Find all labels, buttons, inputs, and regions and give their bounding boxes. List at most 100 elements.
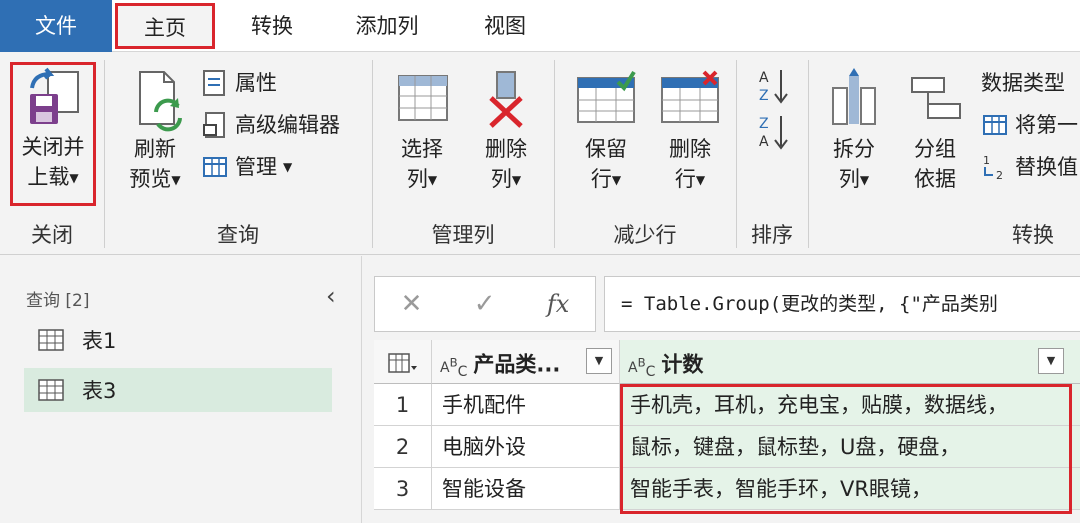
refresh-label-1: 刷新 [134,137,176,161]
chevron-down-icon: ▼ [859,173,870,187]
replace-values-button[interactable]: 12 替换值 [981,152,1078,182]
remove-columns-label-1: 删除 [485,137,527,161]
cancel-icon[interactable]: ✕ [401,289,423,319]
close-load-button[interactable]: 关闭并 上载▼ [12,66,94,193]
svg-text:Z: Z [759,116,769,132]
close-load-icon [30,67,79,124]
remove-rows-label-1: 删除 [669,137,711,161]
table-menu-button[interactable] [374,340,432,384]
query-group: 刷新 预览▼ 属性 高级编辑器 管理 ▼ 查询 [105,52,371,255]
queries-header: 查询 [2] [26,291,90,311]
refresh-icon [139,71,182,132]
tab-file[interactable]: 文件 [0,0,112,52]
use-first-row-button[interactable]: 将第一 [981,110,1078,140]
replace-values-icon: 12 [983,154,1003,181]
row-number[interactable]: 1 [374,384,432,426]
text-type-icon: ABC [628,355,656,380]
collapse-pane-icon[interactable]: ‹ [326,282,336,310]
table-icon [203,157,227,177]
chevron-down-icon: ▼ [171,173,181,187]
svg-text:2: 2 [996,169,1003,181]
ribbon-tab-bar: 文件 主页 转换 添加列 视图 [0,0,1080,52]
keep-rows-label-2: 行▼ [590,167,622,191]
remove-rows-icon [661,70,719,123]
tab-home[interactable]: 主页 [115,3,215,49]
data-type-button[interactable]: 数据类型 [981,68,1065,98]
remove-columns-icon [489,71,523,128]
transform-group: 拆分 列▼ 分组 依据 数据类型 将第一 12 替换值 转换 [809,52,1080,255]
close-load-label-2: 上载▼ [27,165,79,189]
properties-icon [203,70,225,96]
group-by-button[interactable]: 分组 依据 [899,68,971,194]
table-cell-category[interactable]: 智能设备 [432,468,620,510]
transform-group-label: 转换 [1012,223,1054,247]
remove-rows-button[interactable]: 删除 行▼ [651,68,729,195]
svg-text:A: A [759,70,769,86]
chevron-down-icon: ▼ [511,173,522,187]
text-type-icon: ABC [440,355,468,380]
table-cell-category[interactable]: 电脑外设 [432,426,620,468]
formula-input[interactable]: = Table.Group(更改的类型, {"产品类别 [604,276,1080,332]
reduce-rows-group: 保留 行▼ 删除 行▼ 减少行 [555,52,735,255]
reduce-rows-group-label: 减少行 [613,223,677,247]
chevron-down-icon: ▼ [695,173,706,187]
advanced-editor-icon [203,112,225,138]
tab-transform[interactable]: 转换 [222,0,322,52]
chevron-down-icon: ▼ [427,173,438,187]
query-item-table1[interactable]: 表1 [24,318,332,362]
table-icon [983,115,1007,135]
chevron-down-icon: ▼ [283,160,293,174]
split-column-label-2: 列▼ [838,167,870,191]
refresh-label-2: 预览▼ [129,167,181,191]
split-column-label-1: 拆分 [833,137,875,161]
query-group-label: 查询 [217,223,259,247]
chevron-down-icon: ▼ [69,171,79,185]
column-header-category[interactable]: ABC 产品类... ▼ [432,340,620,384]
count-column-highlight [620,384,1072,514]
keep-rows-label-1: 保留 [585,137,627,161]
svg-text:A: A [759,134,769,150]
queries-pane: 查询 [2] ‹ 表1 表3 [0,256,362,523]
filter-dropdown-icon[interactable]: ▼ [1038,348,1064,374]
split-column-button[interactable]: 拆分 列▼ [819,68,889,195]
choose-columns-label-1: 选择 [401,137,443,161]
tab-view[interactable]: 视图 [455,0,555,52]
properties-button[interactable]: 属性 [201,68,277,98]
keep-rows-icon [577,70,636,123]
close-group: 关闭并 上载▼ 关闭 [0,52,104,255]
row-number[interactable]: 3 [374,468,432,510]
refresh-preview-button[interactable]: 刷新 预览▼ [115,68,195,195]
remove-columns-button[interactable]: 删除 列▼ [467,68,545,195]
split-column-icon [832,68,876,125]
table-icon [387,353,417,373]
formula-buttons: ✕ ✓ fx [374,276,596,332]
svg-text:1: 1 [983,154,990,167]
table-cell-category[interactable]: 手机配件 [432,384,620,426]
ribbon: 关闭并 上载▼ 关闭 刷新 预览▼ 属性 高级编辑器 管理 ▼ 查询 选择 列▼… [0,52,1080,255]
advanced-editor-button[interactable]: 高级编辑器 [201,110,340,140]
choose-columns-button[interactable]: 选择 列▼ [383,68,461,195]
manage-button[interactable]: 管理 ▼ [201,152,292,182]
manage-columns-group-label: 管理列 [431,223,495,247]
choose-columns-icon [398,75,448,121]
row-number[interactable]: 2 [374,426,432,468]
sort-descending-icon[interactable]: Z A [757,112,789,152]
table-icon [38,329,64,351]
group-by-label-1: 分组 [914,137,956,161]
sort-group: A Z Z A 排序 [737,52,807,255]
column-header-count[interactable]: ABC 计数 ▼ [620,340,1080,384]
query-item-table3[interactable]: 表3 [24,368,332,412]
table-icon [38,379,64,401]
remove-rows-label-2: 行▼ [674,167,706,191]
choose-columns-label-2: 列▼ [406,167,438,191]
confirm-icon[interactable]: ✓ [474,289,496,319]
fx-icon[interactable]: fx [547,290,569,318]
group-by-icon [911,77,961,119]
chevron-down-icon: ▼ [611,173,622,187]
keep-rows-button[interactable]: 保留 行▼ [567,68,645,195]
sort-ascending-icon[interactable]: A Z [757,66,789,106]
filter-dropdown-icon[interactable]: ▼ [586,348,612,374]
remove-columns-label-2: 列▼ [490,167,522,191]
sort-group-label: 排序 [751,223,793,247]
tab-add-column[interactable]: 添加列 [332,0,442,52]
